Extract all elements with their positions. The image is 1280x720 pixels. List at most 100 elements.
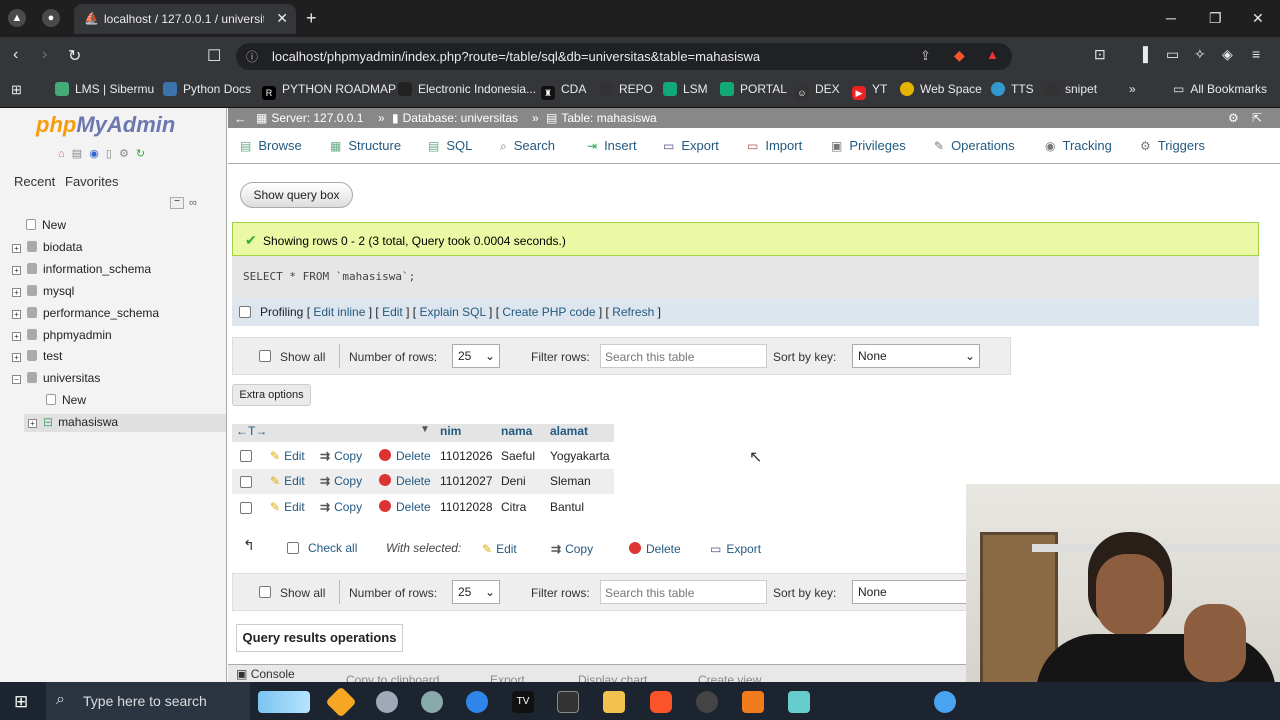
forward-icon[interactable]: ›: [42, 46, 47, 64]
row-edit-link[interactable]: ✎ Edit: [270, 500, 305, 514]
tab-triggers[interactable]: ⚙ Triggers: [1140, 138, 1205, 153]
tree-universitas-new[interactable]: New: [46, 393, 86, 407]
bookmark-python-roadmap[interactable]: R PYTHON ROADMAP: [262, 82, 396, 100]
tab-structure[interactable]: ▦ Structure: [330, 138, 401, 153]
tab-browse[interactable]: ▤ Browse: [240, 138, 302, 153]
tab-tracking[interactable]: ◉ Tracking: [1045, 138, 1112, 153]
wallet-icon[interactable]: ▭: [1166, 46, 1179, 63]
reload-icon[interactable]: ↻: [68, 46, 81, 66]
brave-rewards-icon[interactable]: ▲: [986, 47, 999, 62]
settings-gear-icon[interactable]: ⚙: [1228, 111, 1239, 125]
bookmark-lms[interactable]: LMS | Sibermu: [55, 82, 154, 96]
sort-by-key-select[interactable]: None ⌄: [852, 344, 980, 368]
tree-db-biodata[interactable]: + biodata: [12, 240, 82, 254]
restore-icon[interactable]: ❐: [1209, 10, 1222, 27]
taskbar-search[interactable]: ⌕ Type here to search: [46, 682, 250, 720]
site-info-icon[interactable]: ⓘ: [246, 48, 258, 65]
sort-by-key-select[interactable]: None: [852, 580, 972, 604]
column-header-nim[interactable]: nim: [440, 424, 461, 442]
brave-shield-icon[interactable]: ◆: [954, 47, 965, 64]
tab-privileges[interactable]: ▣ Privileges: [831, 138, 906, 153]
sidebar-icon[interactable]: ▐: [1138, 46, 1148, 62]
app-wrench-icon[interactable]: [376, 691, 398, 713]
more-bookmarks-icon[interactable]: »: [1129, 82, 1136, 96]
show-query-box-button[interactable]: Show query box: [240, 182, 353, 208]
all-bookmarks[interactable]: ▭ All Bookmarks: [1173, 82, 1267, 96]
browser-tab-active[interactable]: ⛵ localhost / 127.0.0.1 / universitas ✕: [74, 4, 296, 34]
collapse-nav-icon[interactable]: ←: [234, 111, 247, 126]
address-bar[interactable]: ⓘ localhost/phpmyadmin/index.php?route=/…: [236, 43, 1012, 70]
brave-taskbar-icon[interactable]: [650, 691, 672, 713]
tab-export[interactable]: ▭ Export: [663, 138, 719, 153]
close-tab-icon[interactable]: ✕: [276, 10, 288, 27]
filter-rows-input[interactable]: Search this table: [600, 580, 767, 604]
row-edit-link[interactable]: ✎ Edit: [270, 474, 305, 488]
tab-insert[interactable]: ⇥ Insert: [587, 138, 637, 153]
tab-favorites[interactable]: Favorites: [61, 172, 122, 191]
tab-recent[interactable]: Recent: [10, 172, 59, 191]
menu-icon[interactable]: ≡: [1252, 46, 1260, 62]
bookmark-yt[interactable]: ▶ YT: [852, 82, 887, 100]
tradingview-icon[interactable]: TV: [512, 691, 534, 713]
bulk-delete-button[interactable]: Delete: [629, 542, 681, 556]
nav-quick-icons[interactable]: ⌂ ▤ ◉ ▯ ⚙ ↻: [58, 147, 147, 160]
row-copy-link[interactable]: ⇉ Copy: [320, 449, 362, 463]
bookmark-repo[interactable]: REPO: [599, 82, 653, 96]
screenshot-icon[interactable]: ⊡: [1094, 46, 1106, 63]
column-header-alamat[interactable]: alamat: [550, 424, 588, 442]
row-delete-link[interactable]: Delete: [379, 449, 431, 463]
refresh-link[interactable]: Refresh: [612, 305, 654, 319]
bulk-export-button[interactable]: ▭ Export: [710, 542, 761, 556]
bookmark-snipet[interactable]: snipet: [1045, 82, 1097, 96]
row-delete-link[interactable]: Delete: [379, 474, 431, 488]
tree-table-mahasiswa[interactable]: + ⊟ mahasiswa: [24, 414, 226, 432]
tab-sql[interactable]: ▤ SQL: [428, 138, 472, 153]
apps-grid-icon[interactable]: ⊞: [11, 82, 22, 98]
tab-operations[interactable]: ✎ Operations: [934, 138, 1015, 153]
create-php-code-link[interactable]: Create PHP code: [502, 305, 595, 319]
edit-link[interactable]: Edit: [382, 305, 403, 319]
collapse-all-icon[interactable]: −: [170, 197, 184, 209]
check-all-label[interactable]: Check all: [308, 541, 357, 555]
vpn-icon[interactable]: ◈: [1222, 46, 1233, 63]
bookmark-cda[interactable]: ♜ CDA: [541, 82, 586, 100]
bookmark-icon[interactable]: ☐: [207, 46, 221, 66]
bookmark-portal[interactable]: PORTAL: [720, 82, 787, 96]
share-icon[interactable]: ⇪: [920, 48, 931, 64]
back-icon[interactable]: ‹: [13, 46, 18, 64]
row-copy-link[interactable]: ⇉ Copy: [320, 500, 362, 514]
tab-search[interactable]: ⌕ Search: [500, 138, 555, 154]
obs-icon[interactable]: [696, 691, 718, 713]
phpmyadmin-logo[interactable]: phpMyAdmin: [36, 112, 175, 138]
row-copy-link[interactable]: ⇉ Copy: [320, 474, 362, 488]
bookmark-tts[interactable]: TTS: [991, 82, 1034, 96]
extra-options-button[interactable]: Extra options: [232, 384, 311, 406]
bookmark-python-docs[interactable]: Python Docs: [163, 82, 251, 96]
row-checkbox[interactable]: [240, 502, 252, 514]
tree-db-test[interactable]: + test: [12, 349, 62, 363]
drive-icon[interactable]: ▲: [8, 9, 26, 27]
row-checkbox[interactable]: [240, 476, 252, 488]
notepad-icon[interactable]: [788, 691, 810, 713]
show-all-checkbox[interactable]: [259, 586, 271, 598]
column-header-nama[interactable]: nama: [501, 424, 532, 442]
column-resize-icon[interactable]: ←T→: [236, 424, 267, 438]
row-checkbox[interactable]: [240, 450, 252, 462]
explain-sql-link[interactable]: Explain SQL: [419, 305, 485, 319]
chrome-icon[interactable]: ●: [42, 9, 60, 27]
tree-db-mysql[interactable]: + mysql: [12, 284, 74, 298]
new-tab-icon[interactable]: +: [306, 8, 317, 29]
bookmark-lsm[interactable]: LSM: [663, 82, 708, 96]
row-delete-link[interactable]: Delete: [379, 500, 431, 514]
minimize-icon[interactable]: ─: [1166, 10, 1176, 26]
windows-start-icon[interactable]: ⊞: [14, 692, 28, 712]
tree-db-information-schema[interactable]: + information_schema: [12, 262, 151, 276]
breadcrumb-server[interactable]: ▦ Server: 127.0.0.1: [256, 111, 363, 125]
app-gear-icon[interactable]: [421, 691, 443, 713]
leo-icon[interactable]: ✧: [1194, 46, 1206, 63]
check-all-checkbox[interactable]: [287, 542, 299, 554]
maximize-icon[interactable]: ⇱: [1252, 111, 1262, 125]
close-window-icon[interactable]: ✕: [1252, 10, 1264, 27]
tree-db-phpmyadmin[interactable]: + phpmyadmin: [12, 328, 112, 342]
url-text[interactable]: localhost/phpmyadmin/index.php?route=/ta…: [272, 49, 760, 64]
